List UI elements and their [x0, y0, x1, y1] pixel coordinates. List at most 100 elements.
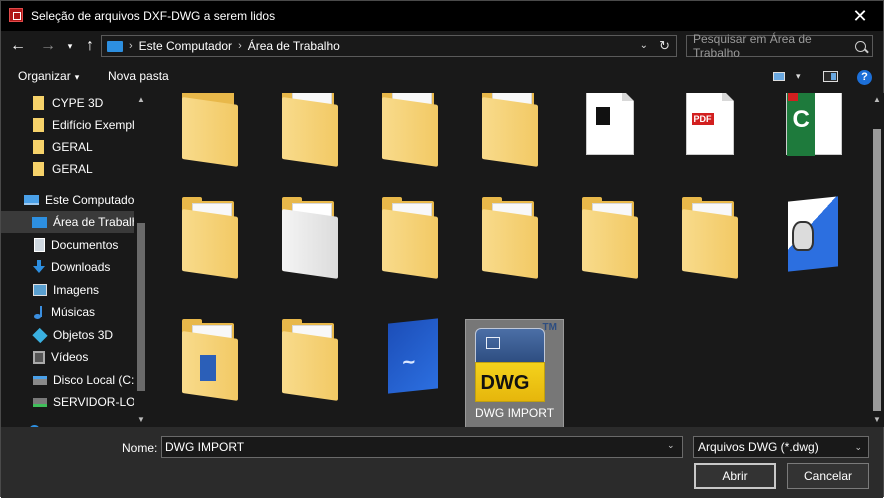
sidebar-item-servidor-lock[interactable]: SERVIDOR-LOCK	[1, 391, 134, 413]
sidebar-item-geral[interactable]: GERAL	[1, 136, 134, 158]
sidebar-item-label: Downloads	[51, 260, 111, 274]
folder-icon	[278, 319, 342, 401]
back-button[interactable]: ←	[7, 35, 29, 57]
sidebar-item-edificio-exemplo[interactable]: Edifício Exemplo	[1, 114, 134, 136]
file-item[interactable]	[361, 93, 458, 167]
sidebar-item-cype-3d[interactable]: CYPE 3D	[1, 92, 134, 114]
breadcrumb-este-computador[interactable]: Este Computador	[139, 39, 232, 53]
file-type-select[interactable]: Arquivos DWG (*.dwg) ⌄	[693, 436, 869, 458]
file-item[interactable]	[361, 197, 458, 279]
file-item[interactable]	[161, 93, 258, 167]
folder-icon	[178, 197, 242, 279]
folder-icon	[678, 197, 742, 279]
sidebar-item-downloads[interactable]: Downloads	[1, 256, 134, 278]
sidebar-item-geral-2[interactable]: GERAL	[1, 158, 134, 180]
file-item[interactable]	[661, 197, 758, 279]
file-item[interactable]	[161, 197, 258, 279]
folder-icon	[178, 319, 242, 401]
breadcrumb-separator-icon: ›	[129, 40, 133, 52]
folder-icon	[278, 93, 342, 167]
refresh-icon[interactable]: ↻	[659, 38, 670, 54]
file-open-dialog: Seleção de arquivos DXF-DWG a serem lido…	[0, 0, 884, 498]
file-item[interactable]: PDF	[661, 93, 758, 165]
sidebar-item-area-de-trabalho[interactable]: Área de Trabalho	[1, 211, 134, 233]
scroll-up-icon[interactable]: ▲	[870, 93, 884, 107]
file-item[interactable]: ~	[361, 318, 458, 399]
title-bar[interactable]: Seleção de arquivos DXF-DWG a serem lido…	[1, 1, 883, 31]
folder-icon	[33, 96, 44, 110]
document-icon	[578, 93, 642, 165]
search-input[interactable]: Pesquisar em Área de Trabalho	[693, 32, 855, 60]
forward-button[interactable]: →	[37, 35, 59, 57]
document-page	[585, 93, 634, 155]
sidebar-item-objetos-3d[interactable]: Objetos 3D	[1, 324, 134, 346]
sidebar-item-este-computador[interactable]: Este Computador	[1, 189, 134, 211]
folder-front	[681, 209, 738, 279]
scroll-down-icon[interactable]: ▼	[870, 413, 884, 427]
file-item[interactable]	[161, 319, 258, 401]
downloads-icon	[33, 260, 45, 274]
search-box[interactable]: Pesquisar em Área de Trabalho	[686, 32, 873, 60]
up-button[interactable]: ↑	[81, 35, 99, 57]
scrollbar-thumb[interactable]	[137, 223, 145, 391]
organize-button[interactable]: Organizar ▾	[18, 69, 79, 83]
folder-front	[381, 209, 438, 279]
chevron-down-icon[interactable]: ⌄	[667, 440, 675, 451]
app-icon	[9, 8, 23, 22]
chevron-down-icon[interactable]: ▾	[796, 71, 801, 82]
scroll-up-icon[interactable]: ▲	[134, 93, 148, 107]
cancel-button[interactable]: Cancelar	[787, 463, 869, 489]
trademark-mark: TM	[542, 322, 557, 333]
file-item-dwg-import[interactable]: DWG TM DWG IMPORT	[465, 319, 564, 427]
sidebar-item-network[interactable]	[1, 419, 134, 427]
navigation-pane-scrollbar[interactable]: ▲ ▼	[134, 93, 148, 427]
search-icon[interactable]	[855, 40, 866, 52]
file-item[interactable]	[461, 93, 558, 167]
address-bar[interactable]: › Este Computador › Área de Trabalho ⌄ ↻	[101, 35, 677, 57]
file-item[interactable]	[261, 93, 358, 167]
file-item[interactable]	[261, 319, 358, 401]
breadcrumb-area-de-trabalho[interactable]: Área de Trabalho	[248, 39, 340, 53]
sidebar-item-musicas[interactable]: Músicas	[1, 301, 134, 323]
folder-front	[181, 97, 238, 167]
recent-locations-button[interactable]: ▾	[63, 35, 77, 57]
file-name-input[interactable]	[161, 436, 683, 458]
folder-icon	[278, 197, 342, 279]
breadcrumb-separator-icon: ›	[238, 40, 242, 52]
file-item[interactable]	[561, 93, 658, 165]
file-item[interactable]	[761, 93, 858, 165]
sidebar-item-label: Imagens	[53, 283, 100, 297]
dialog-footer: Nome: ⌄ Arquivos DWG (*.dwg) ⌄ Abrir Can…	[1, 427, 883, 498]
face-icon	[791, 221, 814, 251]
file-item[interactable]	[761, 196, 858, 277]
new-folder-button[interactable]: Nova pasta	[108, 69, 169, 83]
file-item[interactable]	[261, 197, 358, 279]
folder-icon	[33, 118, 44, 132]
sidebar-item-disco-local[interactable]: Disco Local (C:)	[1, 369, 134, 391]
open-button[interactable]: Abrir	[694, 463, 776, 489]
chevron-down-icon[interactable]: ⌄	[640, 40, 648, 51]
sidebar-item-documentos[interactable]: Documentos	[1, 234, 134, 256]
file-type-value: Arquivos DWG (*.dwg)	[698, 440, 819, 454]
scrollbar-thumb[interactable]	[873, 129, 881, 411]
file-list[interactable]: PDF~DWGTMDWG IMPORT	[149, 93, 870, 427]
help-icon[interactable]: ?	[857, 70, 872, 85]
word-icon	[199, 355, 216, 381]
file-item[interactable]	[561, 197, 658, 279]
preview-pane-icon[interactable]	[823, 71, 838, 82]
sidebar-item-label: Objetos 3D	[53, 328, 114, 342]
scroll-down-icon[interactable]: ▼	[134, 413, 148, 427]
sidebar-item-videos[interactable]: Vídeos	[1, 346, 134, 368]
computer-icon	[107, 40, 123, 52]
computer-icon	[24, 195, 39, 205]
change-view-icon[interactable]	[773, 72, 785, 81]
document-mark	[595, 107, 610, 125]
close-button[interactable]: ✕	[837, 1, 883, 31]
file-item[interactable]	[461, 197, 558, 279]
dwg-logo-text: DWG	[480, 372, 530, 394]
file-list-scrollbar[interactable]: ▲ ▼	[870, 93, 884, 427]
desktop-icon	[32, 216, 47, 228]
server-icon	[33, 397, 47, 407]
sidebar-item-imagens[interactable]: Imagens	[1, 279, 134, 301]
images-icon	[33, 284, 47, 296]
